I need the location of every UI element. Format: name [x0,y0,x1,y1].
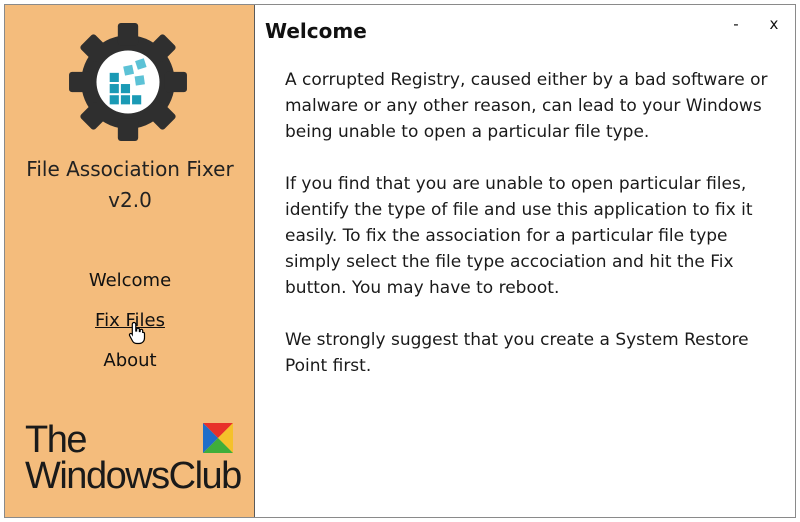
app-version: v2.0 [108,188,152,212]
minimize-button[interactable]: - [725,13,747,35]
main-panel: Welcome - x A corrupted Registry, caused… [255,5,795,517]
instructions-paragraph: If you find that you are unable to open … [285,174,753,298]
close-button[interactable]: x [763,13,785,35]
app-name: File Association Fixer [26,157,234,181]
gear-icon [69,23,187,141]
nav-welcome[interactable]: Welcome [5,269,255,293]
hand-pointer-icon [128,321,146,345]
windows-club-mark-icon [203,423,233,453]
app-window: File Association Fixer v2.0 Welcome Fix … [4,4,796,518]
suggestion-paragraph: We strongly suggest that you create a Sy… [285,330,749,376]
sidebar: File Association Fixer v2.0 Welcome Fix … [5,5,255,517]
brand-line1: The [25,419,87,461]
windows-club-logo: The WindowsClub [25,419,245,499]
page-title: Welcome [265,19,367,43]
nav-about-label: About [103,350,157,371]
intro-paragraph: A corrupted Registry, caused either by a… [285,70,768,142]
nav-welcome-label: Welcome [88,270,172,291]
brand-line2: WindowsClub [25,455,242,497]
nav-about[interactable]: About [5,349,255,373]
welcome-content: A corrupted Registry, caused either by a… [285,67,785,405]
